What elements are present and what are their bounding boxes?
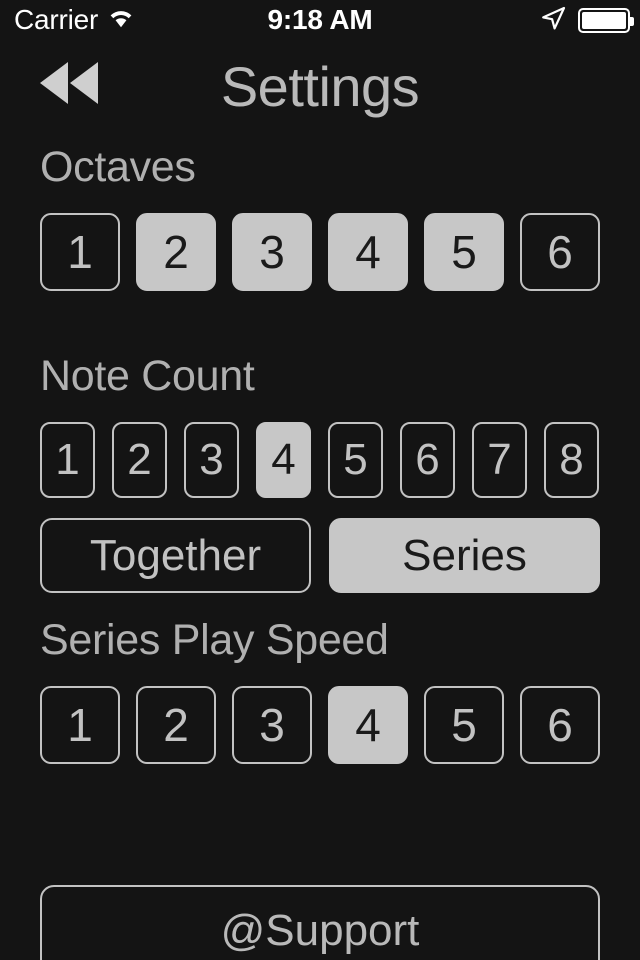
note-count-option-5[interactable]: 5: [328, 422, 383, 498]
octaves-option-6[interactable]: 6: [520, 213, 600, 291]
note-count-option-2[interactable]: 2: [112, 422, 167, 498]
page-title: Settings: [220, 54, 420, 118]
note-count-section-label: Note Count: [40, 352, 255, 400]
status-bar: Carrier 9:18 AM: [0, 0, 640, 40]
play-mode-together-button[interactable]: Together: [40, 518, 311, 593]
octaves-section-label: Octaves: [40, 143, 196, 191]
status-bar-right: [540, 0, 634, 40]
octaves-option-4[interactable]: 4: [328, 213, 408, 291]
clock-label: 9:18 AM: [267, 4, 373, 35]
note-count-option-4[interactable]: 4: [256, 422, 311, 498]
series-play-speed-option-5[interactable]: 5: [424, 686, 504, 764]
play-mode-series-button[interactable]: Series: [329, 518, 600, 593]
octaves-option-5[interactable]: 5: [424, 213, 504, 291]
settings-screen: Carrier 9:18 AM Settings Octaves 1 2 3 4…: [0, 0, 640, 960]
series-play-speed-option-row: 1 2 3 4 5 6: [40, 686, 600, 764]
note-count-option-1[interactable]: 1: [40, 422, 95, 498]
series-play-speed-option-2[interactable]: 2: [136, 686, 216, 764]
note-count-option-6[interactable]: 6: [400, 422, 455, 498]
series-play-speed-option-3[interactable]: 3: [232, 686, 312, 764]
series-play-speed-option-6[interactable]: 6: [520, 686, 600, 764]
navigation-bar: Settings: [0, 40, 640, 132]
note-count-option-row: 1 2 3 4 5 6 7 8: [40, 422, 599, 498]
note-count-option-3[interactable]: 3: [184, 422, 239, 498]
octaves-option-2[interactable]: 2: [136, 213, 216, 291]
series-play-speed-section-label: Series Play Speed: [40, 616, 389, 664]
note-count-option-8[interactable]: 8: [544, 422, 599, 498]
series-play-speed-option-4[interactable]: 4: [328, 686, 408, 764]
battery-icon: [578, 7, 634, 33]
play-mode-option-row: Together Series: [40, 518, 600, 593]
location-arrow-icon: [540, 5, 566, 36]
note-count-option-7[interactable]: 7: [472, 422, 527, 498]
octaves-option-1[interactable]: 1: [40, 213, 120, 291]
octaves-option-row: 1 2 3 4 5 6: [40, 213, 600, 291]
octaves-option-3[interactable]: 3: [232, 213, 312, 291]
series-play-speed-option-1[interactable]: 1: [40, 686, 120, 764]
support-button[interactable]: @Support: [40, 885, 600, 960]
